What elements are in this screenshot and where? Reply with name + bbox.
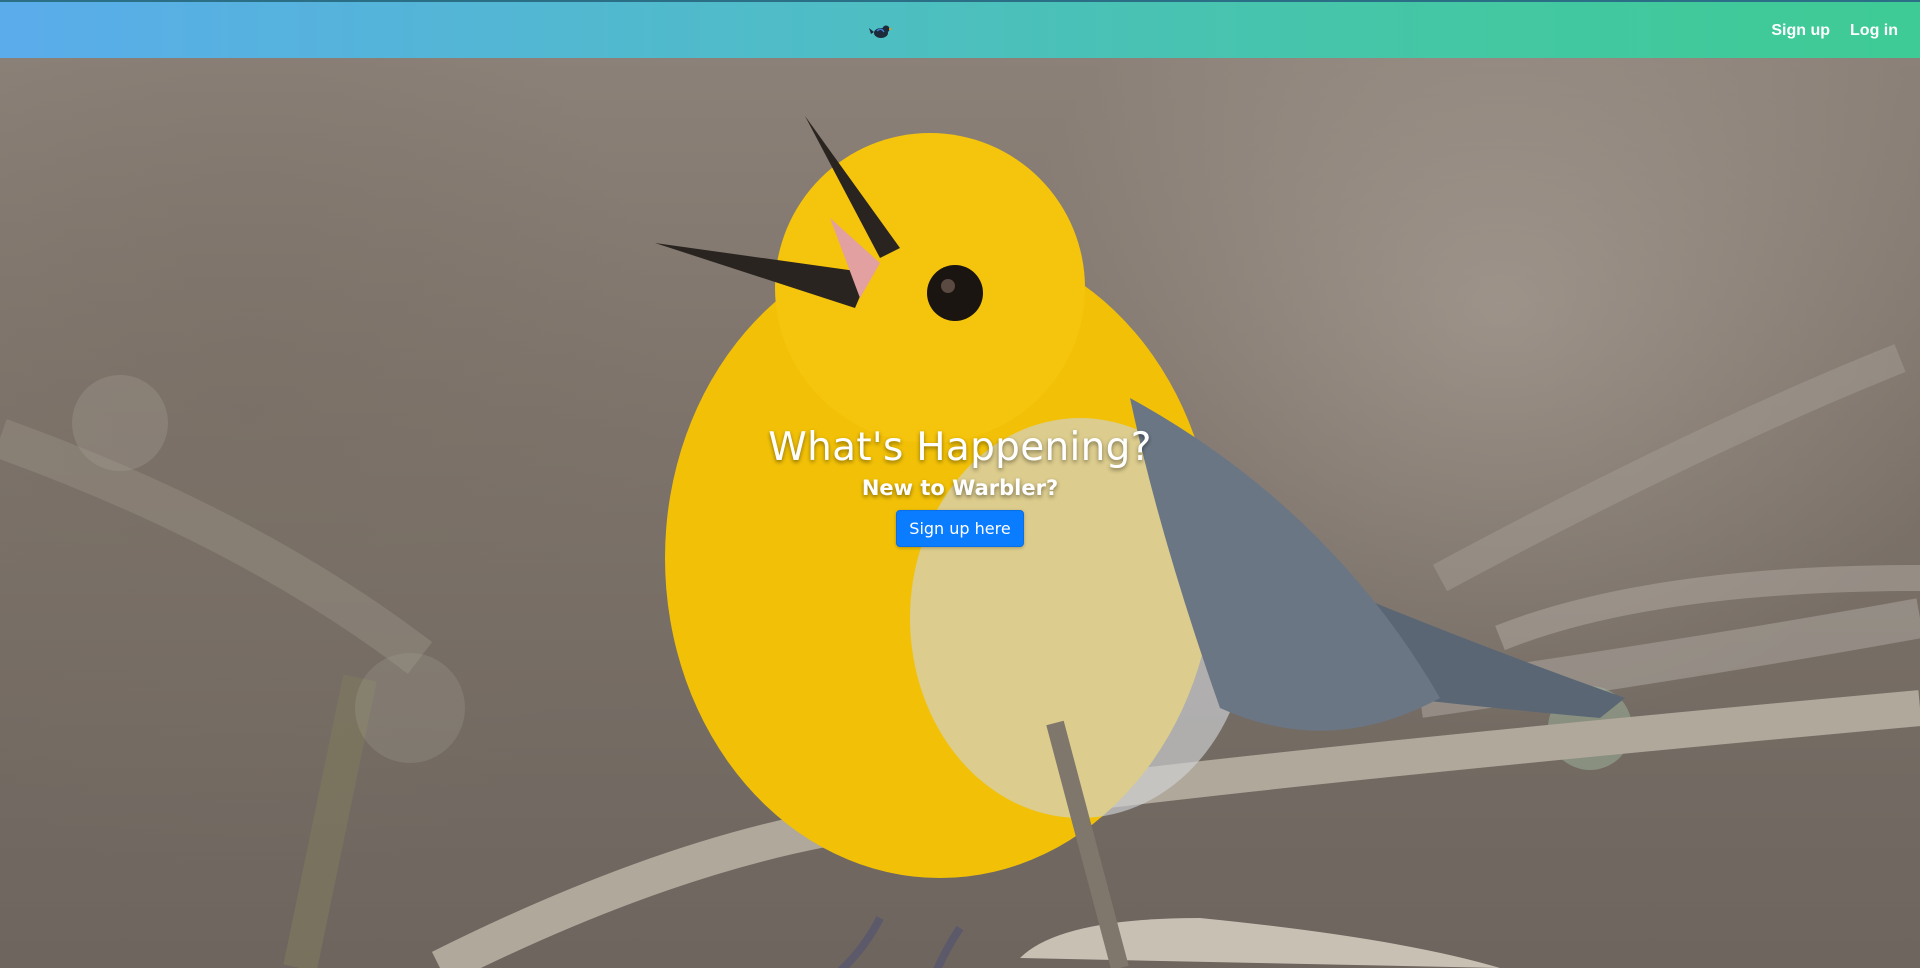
bird-logo-icon[interactable] — [869, 20, 893, 42]
hero-title: What's Happening? — [768, 425, 1152, 470]
nav-links: Sign up Log in — [1771, 2, 1898, 60]
signup-link[interactable]: Sign up — [1771, 22, 1830, 40]
hero-section: What's Happening? New to Warbler? Sign u… — [0, 58, 1920, 968]
hero-subtitle: New to Warbler? — [861, 476, 1059, 500]
signup-here-button[interactable]: Sign up here — [896, 510, 1024, 547]
hero-content: What's Happening? New to Warbler? Sign u… — [0, 425, 1920, 547]
navbar: Sign up Log in — [0, 0, 1920, 58]
login-link[interactable]: Log in — [1850, 22, 1898, 40]
